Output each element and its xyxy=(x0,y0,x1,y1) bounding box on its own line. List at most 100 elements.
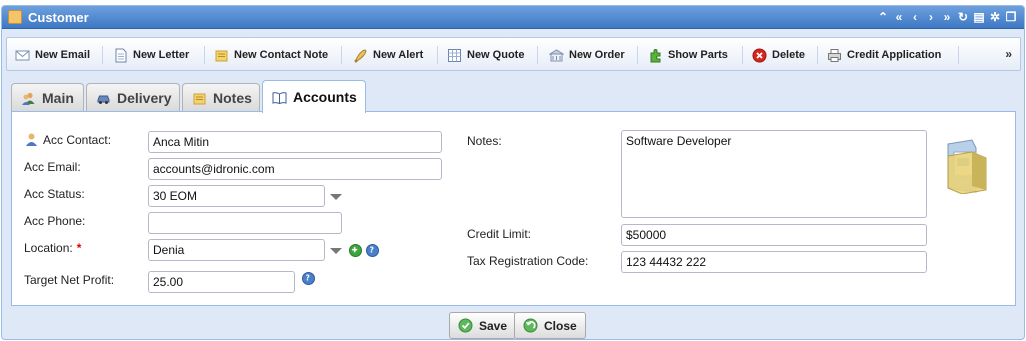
close-label: Close xyxy=(544,318,577,333)
parts-icon xyxy=(648,48,663,63)
location-label-text: Location: xyxy=(24,241,73,255)
show-parts-button[interactable]: Show Parts xyxy=(648,43,728,67)
window-titlebar[interactable]: Customer ⌃ « ‹ › » ↻ ▤ ✲ ❐ xyxy=(2,6,1024,29)
toolbar-separator xyxy=(204,46,205,64)
toolbar-separator xyxy=(958,46,959,64)
tab-accounts-label: Accounts xyxy=(293,89,357,105)
folder-icon xyxy=(942,138,992,195)
order-icon xyxy=(549,48,564,63)
email-icon xyxy=(15,48,30,63)
new-quote-label: New Quote xyxy=(467,49,525,61)
credit-limit-label: Credit Limit: xyxy=(467,227,532,241)
window-tools: ⌃ « ‹ › » ↻ ▤ ✲ ❐ xyxy=(876,9,1018,26)
action-toolbar: New Email New Letter New Contact Note Ne… xyxy=(6,37,1021,71)
customer-window: Customer ⌃ « ‹ › » ↻ ▤ ✲ ❐ New Email New… xyxy=(1,5,1025,340)
credit-application-label: Credit Application xyxy=(847,49,942,61)
accounts-form-panel: Acc Contact: Acc Email: Acc Status: Acc … xyxy=(11,111,1016,306)
note-icon xyxy=(214,48,229,63)
new-alert-label: New Alert xyxy=(373,49,424,61)
toolbar-separator xyxy=(637,46,638,64)
new-order-button[interactable]: New Order xyxy=(549,43,625,67)
toolbar-separator xyxy=(537,46,538,64)
acc-status-dropdown-icon[interactable] xyxy=(330,194,342,200)
person-icon xyxy=(24,132,39,147)
new-order-label: New Order xyxy=(569,49,625,61)
gear-icon[interactable]: ✲ xyxy=(988,9,1002,25)
delete-button[interactable]: Delete xyxy=(752,43,805,67)
tab-delivery[interactable]: Delivery xyxy=(86,83,180,112)
toolbar-separator xyxy=(341,46,342,64)
new-contact-note-label: New Contact Note xyxy=(234,49,329,61)
delete-label: Delete xyxy=(772,49,806,61)
new-quote-button[interactable]: New Quote xyxy=(447,43,524,67)
restore-icon[interactable]: ❐ xyxy=(1004,9,1018,25)
notes-label: Notes: xyxy=(467,134,502,148)
location-help-icon[interactable]: ? xyxy=(366,244,379,257)
target-net-profit-label: Target Net Profit: xyxy=(24,273,115,287)
toolbar-separator xyxy=(817,46,818,64)
undo-icon xyxy=(523,318,538,333)
tab-delivery-label: Delivery xyxy=(117,90,172,106)
letter-icon xyxy=(113,48,128,63)
tab-strip: Main Delivery Notes Accounts xyxy=(11,80,1016,113)
credit-limit-field[interactable] xyxy=(621,224,927,246)
alert-icon xyxy=(353,48,368,63)
acc-contact-field[interactable] xyxy=(148,131,442,153)
window-title: Customer xyxy=(28,10,89,25)
acc-contact-label-text: Acc Contact: xyxy=(43,132,112,147)
next-icon[interactable]: › xyxy=(924,9,938,25)
acc-phone-label: Acc Phone: xyxy=(24,214,86,228)
new-alert-button[interactable]: New Alert xyxy=(353,43,423,67)
svg-text:?: ? xyxy=(305,274,309,283)
tab-main-label: Main xyxy=(42,90,74,106)
refresh-icon[interactable]: ↻ xyxy=(956,9,970,25)
first-icon[interactable]: « xyxy=(892,9,906,25)
add-location-icon[interactable] xyxy=(349,244,362,257)
show-parts-label: Show Parts xyxy=(668,49,728,61)
prev-icon[interactable]: ‹ xyxy=(908,9,922,25)
tax-registration-label: Tax Registration Code: xyxy=(467,254,589,268)
car-icon xyxy=(96,91,111,106)
toolbar-separator xyxy=(102,46,103,64)
new-letter-button[interactable]: New Letter xyxy=(113,43,189,67)
acc-status-select[interactable] xyxy=(148,185,325,207)
target-net-profit-help-icon[interactable]: ? xyxy=(302,272,315,285)
book-icon xyxy=(272,90,287,105)
delete-icon xyxy=(752,48,767,63)
location-dropdown-icon[interactable] xyxy=(330,248,342,254)
save-button[interactable]: Save xyxy=(449,312,517,339)
tab-main[interactable]: Main xyxy=(11,83,84,112)
check-icon xyxy=(458,318,473,333)
toolbar-separator xyxy=(742,46,743,64)
new-email-label: New Email xyxy=(35,49,91,61)
acc-contact-label: Acc Contact: xyxy=(24,132,111,147)
new-contact-note-button[interactable]: New Contact Note xyxy=(214,43,328,67)
credit-application-button[interactable]: Credit Application xyxy=(827,43,941,67)
users-icon xyxy=(21,91,36,106)
new-email-button[interactable]: New Email xyxy=(15,43,90,67)
required-marker: * xyxy=(76,241,82,255)
acc-email-label: Acc Email: xyxy=(24,160,81,174)
printer-icon xyxy=(827,48,842,63)
tax-registration-field[interactable] xyxy=(621,251,927,273)
location-select[interactable] xyxy=(148,239,325,261)
customer-icon xyxy=(8,10,22,24)
print-icon[interactable]: ▤ xyxy=(972,9,986,25)
acc-phone-field[interactable] xyxy=(148,212,342,234)
toolbar-separator xyxy=(437,46,438,64)
notes-textarea[interactable]: Software Developer xyxy=(621,130,927,218)
quote-icon xyxy=(447,48,462,63)
new-letter-label: New Letter xyxy=(133,49,190,61)
tab-notes[interactable]: Notes xyxy=(182,83,260,112)
toolbar-overflow-button[interactable]: » xyxy=(1005,47,1012,61)
acc-status-label: Acc Status: xyxy=(24,187,85,201)
acc-email-field[interactable] xyxy=(148,158,442,180)
note-icon xyxy=(192,91,207,106)
tab-accounts[interactable]: Accounts xyxy=(262,80,366,113)
last-icon[interactable]: » xyxy=(940,9,954,25)
collapse-up-icon[interactable]: ⌃ xyxy=(876,9,890,25)
tab-notes-label: Notes xyxy=(213,90,252,106)
target-net-profit-field[interactable] xyxy=(148,271,295,293)
location-label: Location: * xyxy=(24,241,81,255)
close-button[interactable]: Close xyxy=(514,312,586,339)
